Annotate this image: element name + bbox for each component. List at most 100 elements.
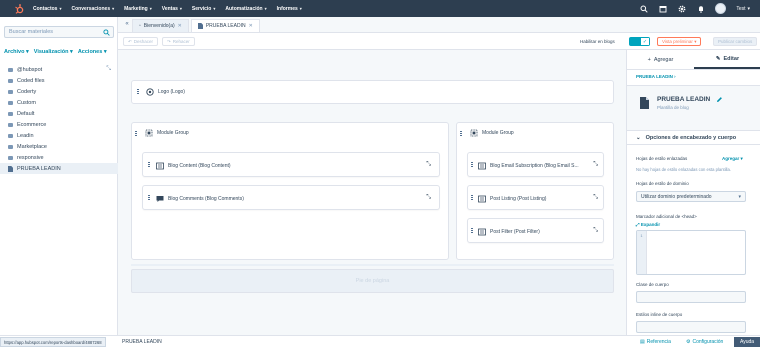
editor-tab-bar: « ▫ Bienvenido(a) ✕ PRUEBA LEADIN ✕ <box>118 17 760 33</box>
undo-button[interactable]: ↶ Deshacer <box>123 37 159 46</box>
marketplace-icon[interactable] <box>658 4 667 13</box>
drag-handle-icon[interactable] <box>137 89 139 96</box>
tab-agregar[interactable]: + Agregar <box>627 50 694 69</box>
filter-icon <box>478 228 486 236</box>
inline-styles-input[interactable] <box>636 321 746 333</box>
expand-arrows-icon[interactable]: ⤡ <box>593 161 598 168</box>
body-class-input[interactable] <box>636 291 746 303</box>
edit-pencil-icon[interactable] <box>716 96 723 103</box>
avatar[interactable] <box>715 3 727 14</box>
settings-link[interactable]: ⚙ Configuración <box>686 339 723 345</box>
section-header-options[interactable]: ⌄ Opciones de encabezado y cuerpo <box>627 131 760 145</box>
enable-blogs-toggle[interactable]: ✓ <box>629 37 650 46</box>
expand-arrows-icon[interactable]: ⤡ <box>426 194 431 201</box>
preview-button[interactable]: Vista preliminar ▾ <box>657 37 702 46</box>
menu-visualizacion[interactable]: Visualización ▾ <box>34 49 73 55</box>
folder-item[interactable]: responsive <box>0 152 118 163</box>
chevron-down-icon: ▾ <box>213 6 216 11</box>
drag-handle-icon[interactable] <box>471 228 473 235</box>
publish-button[interactable]: Publicar cambios <box>713 37 758 46</box>
domain-stylesheet-select[interactable]: Utilizar dominio predeterminado ▾ <box>636 191 746 202</box>
hubspot-logo-icon[interactable] <box>10 0 27 17</box>
nav-contactos[interactable]: Contactos ▾ <box>33 6 61 12</box>
nav-informes[interactable]: Informes ▾ <box>277 6 302 12</box>
chevron-down-icon: ▾ <box>738 193 741 200</box>
expand-arrows-icon[interactable]: ⤡ <box>593 194 598 201</box>
head-markup-label: Marcador adicional de <head> <box>636 214 697 219</box>
tab-editar[interactable]: ✎ Editar <box>694 50 760 69</box>
form-icon <box>478 162 486 170</box>
blog-comments-module[interactable]: Blog Comments (Blog Comments) ⤡ <box>142 185 440 210</box>
blog-email-subscription-module[interactable]: Blog Email Subscription (Blog Email S...… <box>467 152 604 177</box>
tab-bienvenido[interactable]: ▫ Bienvenido(a) ✕ <box>132 19 189 32</box>
post-listing-module[interactable]: Post Listing (Post Listing) ⤡ <box>467 185 604 210</box>
drag-handle-icon[interactable] <box>135 131 137 138</box>
menu-archivo[interactable]: Archivo ▾ <box>4 49 29 55</box>
blog-content-module[interactable]: Blog Content (Blog Content) ⤡ <box>142 152 440 177</box>
drag-handle-icon[interactable] <box>148 162 150 169</box>
user-menu[interactable]: Test ▾ <box>736 6 750 12</box>
file-item-selected[interactable]: PRUEBA LEADIN <box>0 163 118 174</box>
template-title: PRUEBA LEADIN <box>657 96 711 103</box>
tab-prueba-leadin[interactable]: PRUEBA LEADIN ✕ <box>190 19 260 32</box>
folder-item[interactable]: Leadin <box>0 130 118 141</box>
nav-ventas[interactable]: Ventas ▾ <box>162 6 182 12</box>
gear-icon[interactable] <box>677 4 686 13</box>
file-icon <box>197 23 203 29</box>
post-filter-module[interactable]: Post Filter (Post Filter) ⤡ <box>467 218 604 243</box>
folder-item[interactable]: Custom <box>0 97 118 108</box>
folder-item[interactable]: Marketplace <box>0 141 118 152</box>
close-icon[interactable]: ✕ <box>249 23 253 29</box>
footer-placeholder[interactable]: Pie de página <box>131 269 614 293</box>
help-button[interactable]: Ayuda <box>734 337 760 347</box>
menu-acciones[interactable]: Acciones ▾ <box>78 49 107 55</box>
folder-item[interactable]: Coded files <box>0 75 118 86</box>
chevron-down-icon: ▾ <box>299 6 302 11</box>
template-subtitle: Plantilla de blog <box>657 105 689 110</box>
file-icon <box>8 165 13 172</box>
nav-conversaciones[interactable]: Conversaciones ▾ <box>71 6 114 12</box>
status-bar: https://app.hubspot.com/reports-dashboar… <box>0 335 760 357</box>
nav-automatizacion[interactable]: Automatización ▾ <box>225 6 266 12</box>
folder-item[interactable]: @hubspot <box>0 64 118 75</box>
collapse-panel-icon[interactable]: « <box>122 16 132 32</box>
search-input[interactable]: Buscar materiales <box>4 26 114 38</box>
redo-icon: ↷ <box>167 38 171 44</box>
chevron-down-icon: ▾ <box>747 5 750 12</box>
search-icon <box>103 29 110 36</box>
folder-item[interactable]: Default <box>0 108 118 119</box>
expand-arrows-icon[interactable]: ⤡ <box>593 227 598 234</box>
bell-icon[interactable] <box>696 4 705 13</box>
head-markup-editor[interactable]: 1 <box>636 230 746 275</box>
add-stylesheet-link[interactable]: Agregar ▾ <box>722 156 743 162</box>
expand-link[interactable]: ⤢ Expandir <box>636 222 660 227</box>
list-icon <box>478 195 486 203</box>
folder-item[interactable]: Ecommerce <box>0 119 118 130</box>
module-group-icon <box>470 129 478 137</box>
search-icon[interactable] <box>639 4 648 13</box>
status-url: https://app.hubspot.com/reports-dashboar… <box>0 337 106 347</box>
drag-handle-icon[interactable] <box>471 162 473 169</box>
folder-item[interactable]: Coderty <box>0 86 118 97</box>
drag-handle-icon[interactable] <box>460 131 462 138</box>
breadcrumb[interactable]: PRUEBA LEADIN › <box>636 74 676 79</box>
body-class-label: Clase de cuerpo <box>636 282 669 287</box>
nav-servicio[interactable]: Servicio ▾ <box>192 6 215 12</box>
module-group-left[interactable]: Module Group Blog Content (Blog Content)… <box>131 122 449 260</box>
reference-link[interactable]: ▤ Referencia <box>640 339 671 345</box>
folder-icon <box>8 133 13 138</box>
drag-handle-icon[interactable] <box>148 195 150 202</box>
drag-handle-icon[interactable] <box>471 195 473 202</box>
folder-icon <box>8 111 13 116</box>
module-group-right[interactable]: Module Group Blog Email Subscription (Bl… <box>456 122 614 260</box>
folder-icon <box>8 155 13 160</box>
folder-icon <box>8 78 13 83</box>
redo-button[interactable]: ↷ Rehacer <box>162 37 195 46</box>
undo-icon: ↶ <box>128 38 132 44</box>
nav-marketing[interactable]: Marketing ▾ <box>124 6 152 12</box>
logo-module[interactable]: Logo (Logo) <box>131 80 614 104</box>
module-group-icon <box>145 129 153 137</box>
expand-arrows-icon[interactable]: ⤡ <box>426 161 431 168</box>
editor-toolbar: ↶ Deshacer ↷ Rehacer Habilitar en blogs ✓ … <box>118 33 760 50</box>
close-icon[interactable]: ✕ <box>178 23 182 29</box>
